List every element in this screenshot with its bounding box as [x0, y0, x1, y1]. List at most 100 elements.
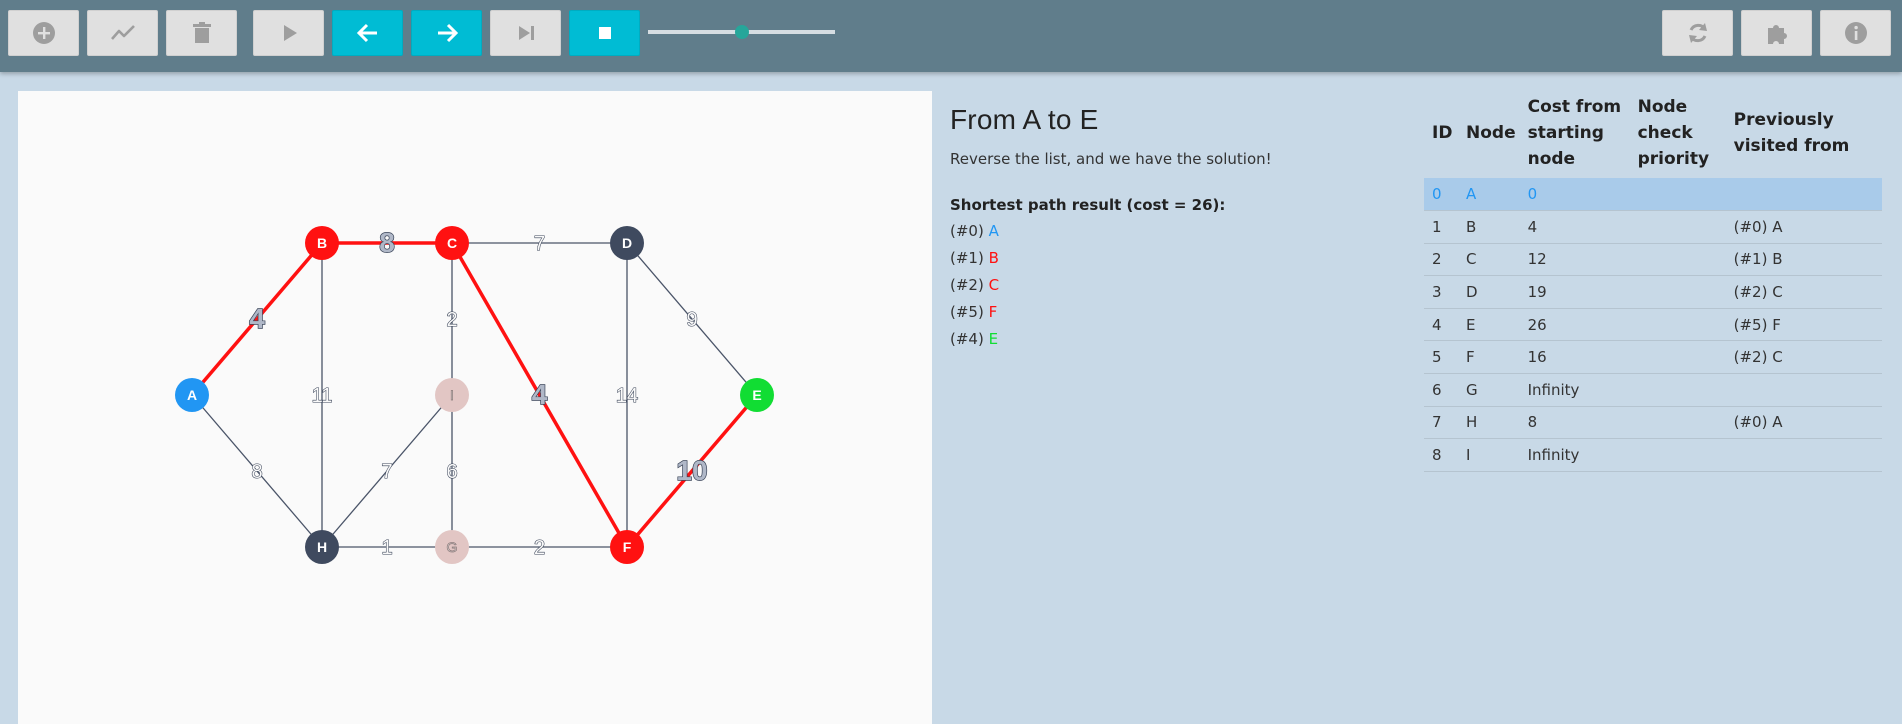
cell-id: 4 [1424, 308, 1458, 342]
cell-node: G [1458, 373, 1520, 407]
path-item-index: (#0) [950, 222, 989, 240]
path-item: (#4) E [950, 330, 1390, 349]
cell-cost: 12 [1519, 243, 1630, 277]
cell-priority [1629, 210, 1726, 244]
cell-previous: (#2) C [1725, 340, 1882, 375]
header-node: Node [1466, 123, 1516, 143]
path-item: (#2) C [950, 276, 1390, 295]
stop-icon [598, 27, 611, 39]
path-item-node: A [988, 222, 999, 240]
cell-cost: 26 [1519, 308, 1630, 342]
table-row: 8 I Infinity [1424, 438, 1882, 472]
table-row: 5 F 16 (#2) C [1424, 340, 1882, 375]
toolbar [0, 0, 1902, 72]
edge-weight-D-E: 9 [686, 309, 697, 331]
info-panel: From A to E Reverse the list, and we hav… [950, 104, 1390, 349]
node-label-G: G [447, 539, 458, 555]
table-header-row: ID Node Cost from starting node Node che… [1424, 94, 1882, 178]
cell-cost: Infinity [1519, 373, 1630, 407]
graph-canvas[interactable]: 4 8 7 9 11 2 4 14 8 7 6 1 2 10 A B C D E F G H I [18, 91, 932, 724]
edge-weight-F-E: 10 [676, 455, 707, 486]
node-label-F: F [623, 539, 632, 555]
edge-weight-A-H: 8 [251, 461, 262, 483]
path-item-index: (#2) [950, 276, 989, 294]
speed-slider-thumb[interactable] [734, 25, 749, 39]
edge-weight-D-F: 14 [616, 385, 638, 407]
cell-previous: (#5) F [1725, 308, 1882, 342]
edge-weight-G-F: 2 [534, 537, 545, 559]
delete-button[interactable] [166, 10, 237, 56]
node-label-E: E [752, 387, 761, 403]
cell-cost: 16 [1519, 340, 1630, 375]
dijkstra-table: ID Node Cost from starting node Node che… [1424, 94, 1882, 472]
stop-button[interactable] [569, 10, 640, 56]
path-item-node: B [988, 249, 999, 267]
cell-node: A [1458, 178, 1520, 212]
add-node-button[interactable] [8, 10, 79, 56]
add-edge-button[interactable] [87, 10, 158, 56]
play-icon [283, 25, 297, 41]
cell-node: C [1458, 243, 1520, 277]
cell-previous: (#0) A [1725, 210, 1882, 244]
path-item-node: C [988, 276, 1000, 294]
cell-id: 0 [1424, 178, 1458, 212]
path-list: (#0) A (#1) B (#2) C (#5) F (#4) E [950, 222, 1390, 349]
info-icon [1844, 22, 1867, 44]
edge-weight-I-G: 6 [446, 461, 457, 483]
result-title: Shortest path result (cost = 26): [950, 196, 1226, 214]
header-cost: Cost from starting node [1527, 97, 1622, 169]
cell-priority [1629, 243, 1726, 277]
step-forward-button[interactable] [411, 10, 482, 56]
cell-id: 7 [1424, 406, 1458, 440]
cell-id: 6 [1424, 373, 1458, 407]
cell-priority [1629, 340, 1726, 375]
path-item: (#1) B [950, 249, 1390, 268]
edge-weight-C-D: 7 [534, 233, 545, 255]
edge-weight-B-C: 8 [379, 227, 395, 258]
edge-weight-B-H: 11 [312, 385, 333, 407]
cell-priority [1629, 308, 1726, 342]
cell-node: D [1458, 275, 1520, 309]
table-row: 6 G Infinity [1424, 373, 1882, 407]
cell-previous [1725, 373, 1882, 407]
play-button[interactable] [253, 10, 324, 56]
graph-svg[interactable]: 4 8 7 9 11 2 4 14 8 7 6 1 2 10 A B C D E F G H I [18, 91, 932, 724]
trash-icon [192, 22, 211, 43]
path-item-index: (#1) [950, 249, 989, 267]
arrow-right-icon [437, 23, 458, 43]
cell-id: 3 [1424, 275, 1458, 309]
table-row: 0A0 [1424, 178, 1882, 212]
reset-button[interactable] [1662, 10, 1733, 56]
cell-cost: Infinity [1519, 438, 1630, 472]
plus-circle-icon [32, 22, 55, 44]
node-label-I: I [450, 387, 454, 403]
node-label-H: H [317, 539, 327, 555]
cell-id: 2 [1424, 243, 1458, 277]
edge-weight-H-G: 1 [381, 537, 392, 559]
info-button[interactable] [1820, 10, 1891, 56]
cell-priority [1629, 178, 1726, 212]
table-row: 2 C 12 (#1) B [1424, 243, 1882, 277]
node-label-C: C [447, 235, 457, 251]
cell-node: H [1458, 406, 1520, 440]
step-back-button[interactable] [332, 10, 403, 56]
plugin-button[interactable] [1741, 10, 1812, 56]
header-id: ID [1432, 123, 1453, 143]
path-item: (#5) F [950, 303, 1390, 322]
skip-to-end-button[interactable] [490, 10, 561, 56]
cell-cost: 4 [1519, 210, 1630, 244]
cell-previous: (#0) A [1725, 406, 1882, 440]
cell-node: I [1458, 438, 1520, 472]
cell-node: B [1458, 210, 1520, 244]
cell-cost: 19 [1519, 275, 1630, 309]
info-title: From A to E [950, 104, 1099, 135]
node-label-B: B [317, 235, 327, 251]
cell-priority [1629, 275, 1726, 309]
cell-previous [1725, 438, 1882, 472]
cell-priority [1629, 373, 1726, 407]
path-item-index: (#4) [950, 330, 989, 348]
cell-cost: 8 [1519, 406, 1630, 440]
edge-weight-C-F: 4 [532, 379, 548, 410]
cell-id: 8 [1424, 438, 1458, 472]
edge-weight-A-B: 4 [249, 303, 265, 334]
